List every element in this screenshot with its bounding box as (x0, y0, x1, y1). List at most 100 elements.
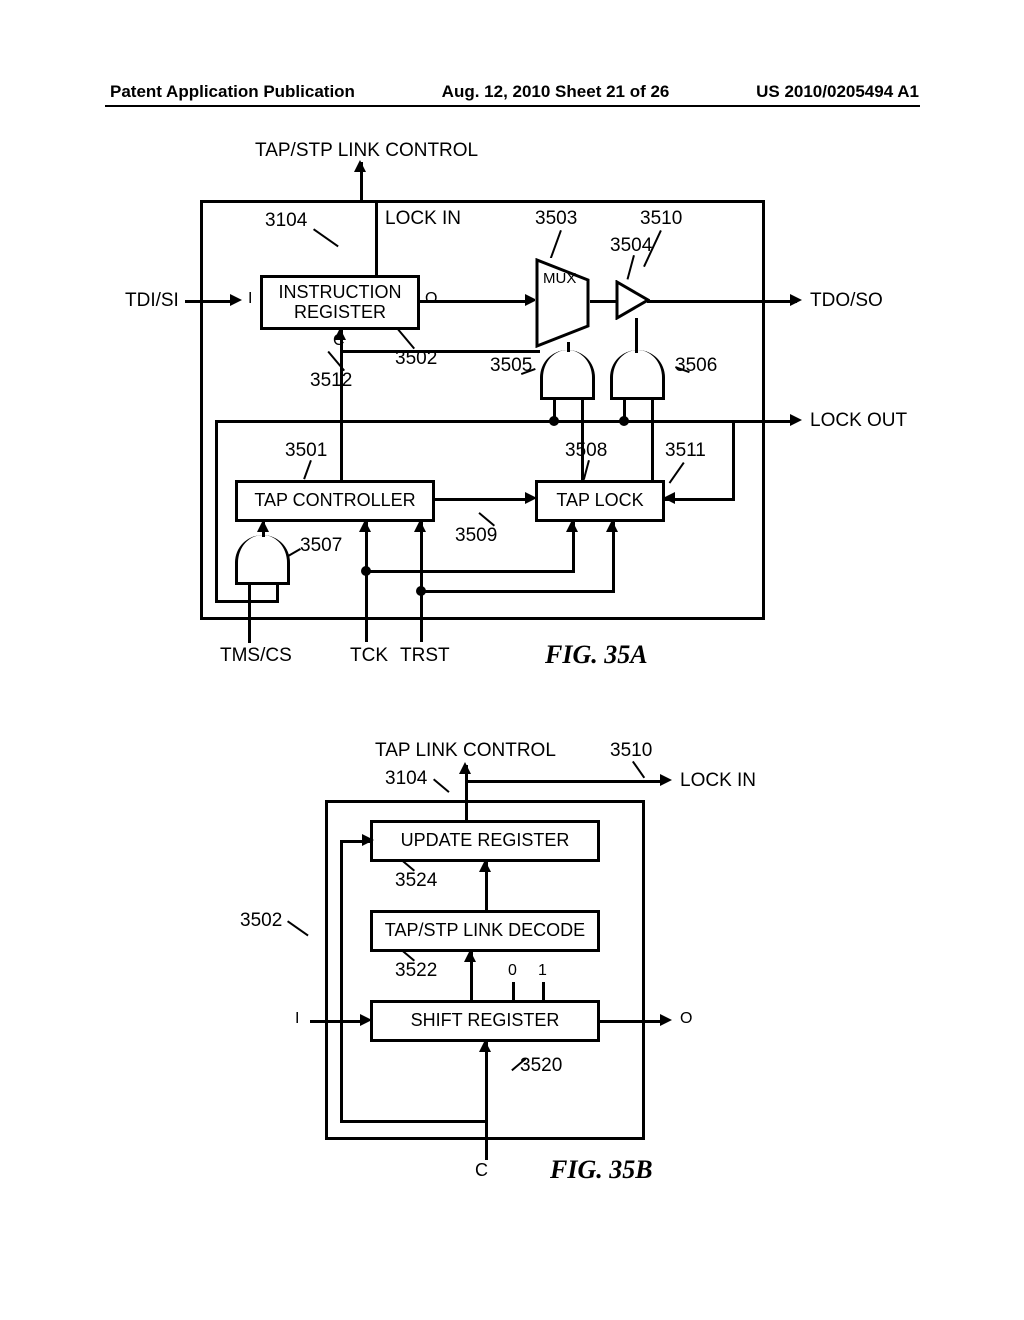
line (465, 780, 665, 783)
ref-3522: 3522 (395, 960, 437, 982)
line (375, 200, 378, 275)
and-gate-3505 (540, 350, 595, 400)
junction-dot (361, 566, 371, 576)
label-trst: TRST (400, 645, 450, 667)
ref-3520: 3520 (520, 1055, 562, 1077)
ref-3503: 3503 (535, 208, 577, 230)
line (215, 488, 218, 603)
block-instruction-register: INSTRUCTION REGISTER (260, 275, 420, 330)
line (612, 522, 615, 592)
arrow-head-icon (790, 414, 802, 426)
block-tap-lock: TAP LOCK (535, 480, 665, 522)
line (420, 300, 530, 303)
header-left: Patent Application Publication (110, 82, 355, 102)
arrow-head-icon (606, 520, 618, 532)
ref-3104: 3104 (265, 210, 307, 232)
leader-line (287, 920, 309, 936)
arrow-head-icon (566, 520, 578, 532)
arrow-head-icon (230, 294, 242, 306)
bit1: 1 (538, 962, 547, 980)
line (420, 522, 423, 642)
arrow-head-icon (660, 774, 672, 786)
line (635, 318, 638, 353)
port-I: I (248, 290, 252, 308)
line (665, 498, 735, 501)
arrow-head-icon (360, 1014, 372, 1026)
line (420, 590, 615, 593)
line (215, 420, 218, 490)
line (340, 1120, 488, 1123)
line (590, 300, 618, 303)
arrow-head-icon (525, 492, 537, 504)
ref-3506: 3506 (675, 355, 717, 377)
buffer-icon (615, 280, 650, 325)
figure-35b: TAP LINK CONTROL 3510 3104 LOCK IN 3502 … (240, 740, 820, 1210)
arrow-head-icon (414, 520, 426, 532)
label-tdi-si: TDI/SI (125, 290, 179, 312)
ref-3512: 3512 (310, 370, 352, 392)
label-lock-in-b: LOCK IN (680, 770, 756, 792)
and-gate-3507 (235, 535, 290, 585)
arrow-head-icon (660, 1014, 672, 1026)
line (215, 420, 795, 423)
line (647, 300, 797, 303)
label-tap-stp-link-control: TAP/STP LINK CONTROL (255, 140, 478, 162)
header-rule (105, 105, 920, 107)
ref-3507: 3507 (300, 535, 342, 557)
line (248, 583, 251, 643)
label-lock-out: LOCK OUT (810, 410, 907, 432)
ref-3501: 3501 (285, 440, 327, 462)
line (185, 300, 235, 303)
junction-dot (549, 416, 559, 426)
arrow-head-icon (479, 1040, 491, 1052)
leader-line (632, 761, 645, 779)
header-center: Aug. 12, 2010 Sheet 21 of 26 (442, 82, 670, 102)
leader-line (433, 778, 450, 792)
figure-label-35a: FIG. 35A (545, 640, 648, 670)
ref-3104-b: 3104 (385, 768, 427, 790)
arrow-head-icon (663, 492, 675, 504)
line (435, 498, 530, 501)
and-gate-3506 (610, 350, 665, 400)
line (310, 1020, 365, 1023)
line (215, 600, 279, 603)
port-O-b: O (680, 1010, 692, 1028)
label-tck: TCK (350, 645, 388, 667)
arrow-head-icon (459, 762, 471, 774)
ref-3509: 3509 (455, 525, 497, 547)
bit0: 0 (508, 962, 517, 980)
arrow-head-icon (790, 294, 802, 306)
ref-3510: 3510 (640, 208, 682, 230)
figure-label-35b: FIG. 35B (550, 1155, 653, 1185)
ref-3510-b: 3510 (610, 740, 652, 762)
line (567, 342, 570, 352)
page-header: Patent Application Publication Aug. 12, … (0, 82, 1024, 102)
line (542, 982, 545, 1002)
block-tap-stp-link-decode: TAP/STP LINK DECODE (370, 910, 600, 952)
line (340, 350, 540, 353)
line (512, 982, 515, 1002)
ref-3508: 3508 (565, 440, 607, 462)
line (340, 840, 343, 1120)
line (365, 570, 575, 573)
label-tap-link-control: TAP LINK CONTROL (375, 740, 556, 762)
line (365, 522, 368, 642)
figure-35a: TAP/STP LINK CONTROL 3104 LOCK IN 3503 3… (135, 140, 855, 670)
arrow-head-icon (359, 520, 371, 532)
arrow-head-icon (354, 160, 366, 172)
arrow-head-icon (362, 834, 374, 846)
ref-3524: 3524 (395, 870, 437, 892)
block-tap-controller: TAP CONTROLLER (235, 480, 435, 522)
label-lock-in: LOCK IN (385, 208, 461, 230)
ref-3502-b: 3502 (240, 910, 282, 932)
ref-3504: 3504 (610, 235, 652, 257)
line (340, 350, 343, 480)
line (732, 420, 735, 500)
block-shift-register: SHIFT REGISTER (370, 1000, 600, 1042)
arrow-head-icon (464, 950, 476, 962)
header-right: US 2010/0205494 A1 (756, 82, 919, 102)
line (600, 1020, 665, 1023)
line (485, 1042, 488, 1160)
label-tdo-so: TDO/SO (810, 290, 883, 312)
port-O: O (425, 290, 437, 308)
